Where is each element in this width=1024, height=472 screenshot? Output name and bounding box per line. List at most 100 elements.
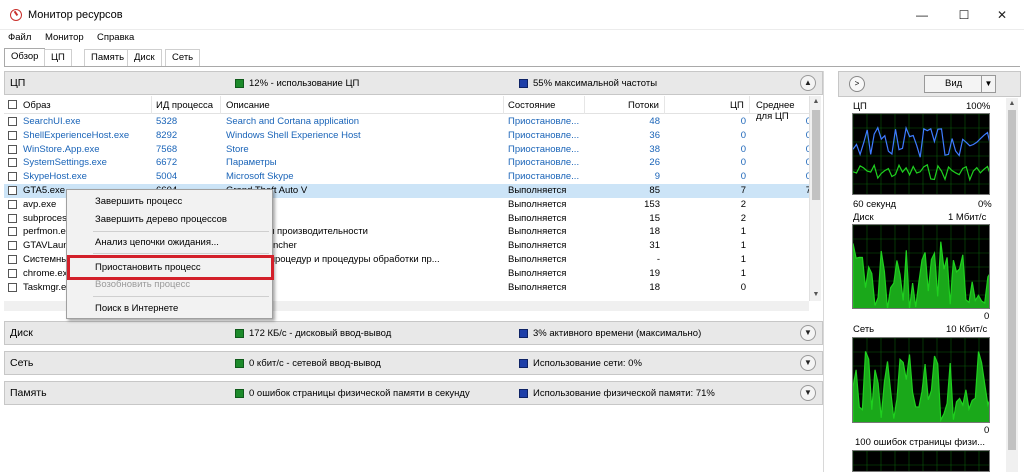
minimize-button[interactable]: — (905, 0, 939, 30)
cpu-section-title: ЦП (10, 77, 26, 89)
row-checkbox[interactable] (8, 199, 17, 209)
menu-analyze-wait-chain[interactable]: Анализ цепочки ожидания... (95, 237, 219, 248)
process-table-scrollbar[interactable]: ▲ ▼ (809, 96, 821, 301)
column-state[interactable]: Состояние (508, 100, 555, 111)
select-all-checkbox[interactable] (8, 100, 17, 109)
menu-monitor[interactable]: Монитор (45, 32, 84, 43)
row-checkbox[interactable] (8, 158, 17, 168)
cell-threads: 31 (649, 240, 660, 252)
row-checkbox[interactable] (8, 227, 17, 237)
cell-avg: 0 (805, 116, 809, 127)
menu-end-process[interactable]: Завершить процесс (95, 196, 182, 207)
row-checkbox[interactable] (8, 255, 17, 264)
cell-desc: Search and Cortana application (226, 116, 360, 127)
network-graph-title: Сеть (853, 324, 875, 335)
chevron-up-icon[interactable]: ▲ (800, 75, 816, 91)
cell-state: Выполняется (508, 254, 567, 265)
disk-graph (852, 224, 990, 309)
cell-state: Приостановле... (508, 157, 580, 169)
scroll-up-icon[interactable]: ▲ (1006, 98, 1018, 110)
network-usage-stat: Использование сети: 0% (533, 358, 642, 369)
cell-state: Выполняется (508, 267, 567, 279)
tab-memory[interactable]: Память (84, 49, 132, 67)
row-checkbox[interactable] (8, 172, 17, 182)
row-checkbox[interactable] (8, 186, 17, 195)
view-dropdown-icon[interactable]: ▼ (981, 75, 996, 93)
cpu-section-header[interactable]: ЦП 12% - использование ЦП 55% максимальн… (4, 71, 823, 95)
close-button[interactable]: ✕ (985, 0, 1019, 30)
menu-search-online[interactable]: Поиск в Интернете (95, 303, 178, 314)
cpu-usage-stat: 12% - использование ЦП (249, 78, 360, 89)
cpu-frequency-stat: 55% максимальной частоты (533, 78, 658, 89)
menu-end-process-tree[interactable]: Завершить дерево процессов (95, 214, 227, 225)
memory-section-header[interactable]: Память 0 ошибок страницы физической памя… (4, 381, 823, 405)
column-description[interactable]: Описание (226, 100, 270, 111)
disk-section-header[interactable]: Диск 172 КБ/с - дисковый ввод-вывод 3% а… (4, 321, 823, 345)
table-row[interactable]: SearchUI.exe 5328 Search and Cortana appli… (4, 115, 809, 129)
network-section-header[interactable]: Сеть 0 кбит/с - сетевой ввод-вывод Испол… (4, 351, 823, 375)
blue-square-icon (519, 329, 528, 338)
tab-divider (4, 66, 1020, 67)
menu-help[interactable]: Справка (97, 32, 134, 43)
cell-state: Выполняется (508, 281, 567, 293)
row-checkbox[interactable] (8, 213, 17, 223)
cell-threads: 48 (649, 116, 660, 127)
table-row[interactable]: SystemSettings.exe 6672 Параметры Приостано… (4, 156, 809, 170)
tab-network[interactable]: Сеть (165, 49, 201, 67)
tab-cpu[interactable]: ЦП (44, 49, 72, 67)
table-row[interactable]: ShellExperienceHost.exe 8292 Windows Shell… (4, 129, 809, 143)
cell-threads: 153 (644, 198, 660, 210)
memory-usage-stat: Использование физической памяти: 71% (533, 388, 715, 399)
table-row[interactable]: SkypeHost.exe 5004 Microsoft Skype Приостан… (4, 170, 809, 184)
chevron-down-icon[interactable]: ▼ (800, 355, 816, 371)
row-checkbox[interactable] (8, 268, 17, 278)
green-square-icon (235, 359, 244, 368)
graphs-scrollbar[interactable]: ▲ (1006, 98, 1018, 472)
panel-divider (823, 71, 824, 472)
chevron-down-icon[interactable]: ▼ (800, 385, 816, 401)
disk-graph-min: 0 (984, 311, 990, 322)
green-square-icon (235, 389, 244, 398)
tab-overview[interactable]: Обзор (4, 48, 46, 67)
cell-threads: 26 (649, 157, 660, 169)
cell-cpu: 0 (740, 143, 746, 155)
cell-cpu: 1 (740, 240, 746, 252)
row-checkbox[interactable] (8, 130, 17, 140)
cell-state: Приостановле... (508, 116, 580, 127)
cell-pid: 5328 (156, 116, 178, 127)
cell-cpu: 7 (740, 185, 746, 196)
table-row[interactable]: WinStore.App.exe 7568 Store Приостановле...… (4, 143, 809, 157)
disk-active-time-stat: 3% активного времени (максимально) (533, 328, 702, 339)
disk-io-stat: 172 КБ/с - дисковый ввод-вывод (249, 328, 392, 339)
column-image[interactable]: Образ (23, 100, 51, 111)
cell-avg: 0 (805, 143, 809, 155)
network-graph-min: 0 (984, 425, 990, 436)
row-checkbox[interactable] (8, 241, 17, 251)
cell-desc: Store (226, 143, 249, 155)
scroll-down-icon[interactable]: ▼ (810, 289, 822, 301)
cell-avg: 7 (805, 185, 809, 196)
chevron-down-icon[interactable]: ▼ (800, 325, 816, 341)
cell-pid: 7568 (156, 143, 178, 155)
cell-state: Выполняется (508, 185, 567, 196)
cell-state: Выполняется (508, 240, 567, 252)
scroll-up-icon[interactable]: ▲ (810, 96, 822, 108)
cell-pid: 6672 (156, 157, 178, 169)
row-checkbox[interactable] (8, 282, 17, 292)
table-header: Образ ИД процесса Описание Состояние Пот… (4, 96, 809, 122)
cell-desc: Windows Shell Experience Host (226, 129, 361, 141)
cell-avg: 0 (805, 171, 809, 183)
column-threads[interactable]: Потоки (628, 100, 659, 111)
green-square-icon (235, 79, 244, 88)
row-checkbox[interactable] (8, 144, 17, 154)
cell-image: WinStore.App.exe (23, 143, 100, 155)
tab-disk[interactable]: Диск (127, 49, 162, 67)
chevron-right-icon[interactable]: > (849, 76, 865, 92)
column-cpu[interactable]: ЦП (730, 100, 744, 111)
column-pid[interactable]: ИД процесса (156, 100, 213, 111)
cpu-graph-min: 0% (978, 199, 992, 210)
cell-image: SystemSettings.exe (23, 157, 107, 169)
menu-file[interactable]: Файл (8, 32, 31, 43)
maximize-button[interactable]: ☐ (947, 0, 981, 30)
row-checkbox[interactable] (8, 117, 17, 126)
